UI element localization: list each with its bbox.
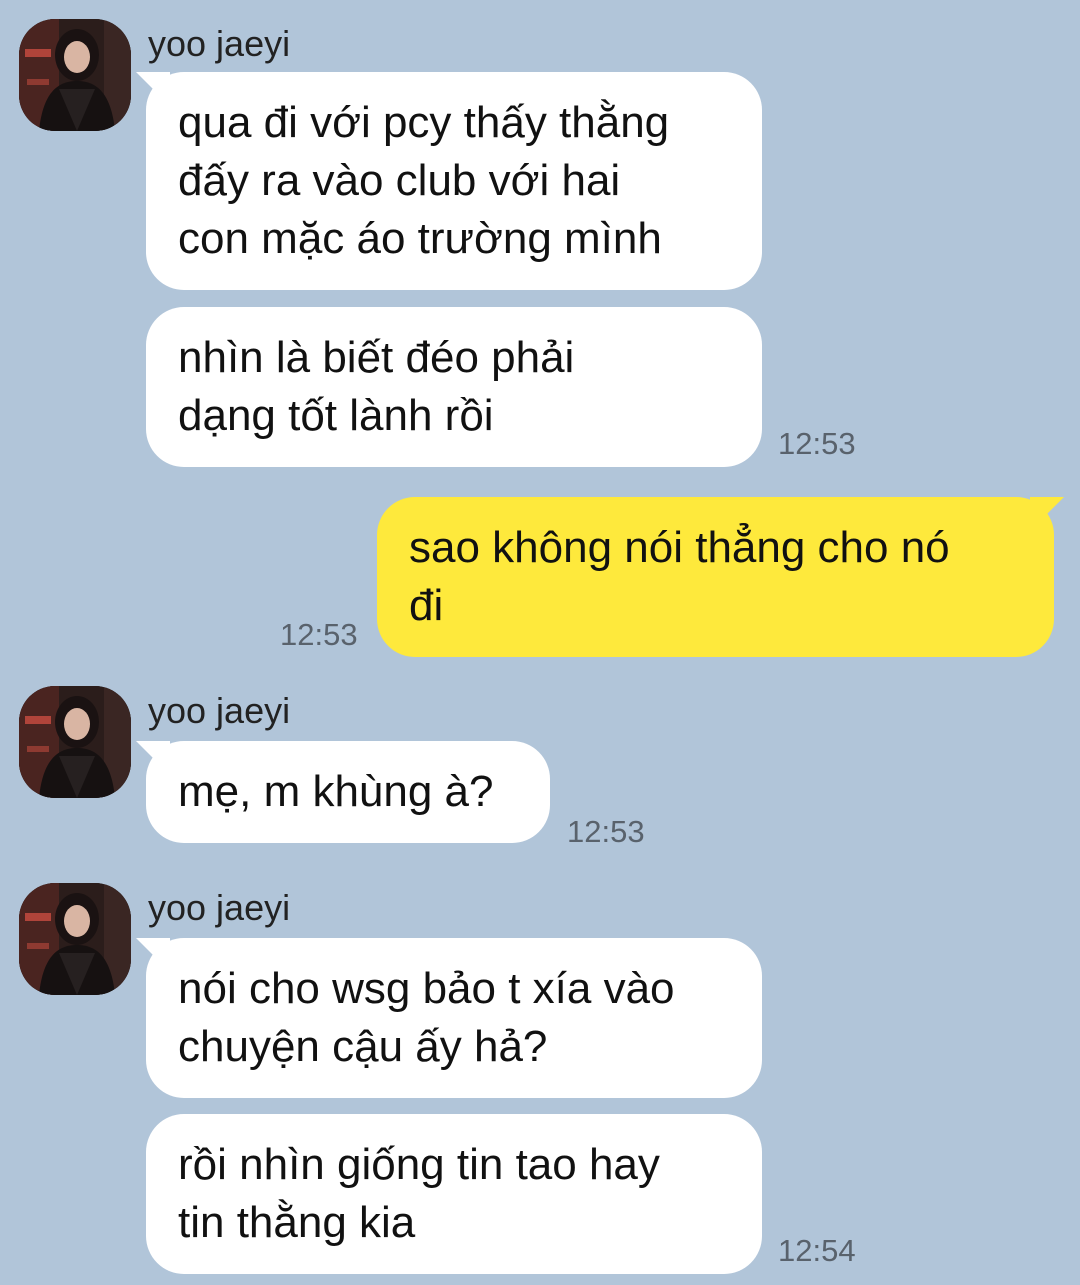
sender-name: yoo jaeyi	[148, 887, 291, 928]
message-timestamp: 12:53	[280, 617, 358, 652]
profile-photo-icon	[19, 883, 131, 995]
avatar[interactable]	[19, 686, 131, 798]
profile-photo-icon	[19, 686, 131, 798]
message-bubble[interactable]: rồi nhìn giống tin tao hay tin thằng kia	[146, 1114, 762, 1274]
sender-name: yoo jaeyi	[148, 690, 291, 731]
avatar[interactable]	[19, 19, 131, 131]
profile-photo-icon	[19, 19, 131, 131]
sender-name: yoo jaeyi	[148, 23, 291, 64]
message-bubble[interactable]: qua đi với pcy thấy thằng đấy ra vào clu…	[146, 72, 762, 290]
message-timestamp: 12:53	[778, 426, 856, 461]
message-bubble[interactable]: nhìn là biết đéo phải dạng tốt lành rồi	[146, 307, 762, 467]
message-bubble[interactable]: sao không nói thẳng cho nó đi	[377, 497, 1054, 657]
message-bubble[interactable]: nói cho wsg bảo t xía vào chuyện cậu ấy …	[146, 938, 762, 1098]
message-timestamp: 12:53	[567, 814, 645, 849]
message-bubble[interactable]: mẹ, m khùng à?	[146, 741, 550, 843]
avatar[interactable]	[19, 883, 131, 995]
message-timestamp: 12:54	[778, 1233, 856, 1268]
